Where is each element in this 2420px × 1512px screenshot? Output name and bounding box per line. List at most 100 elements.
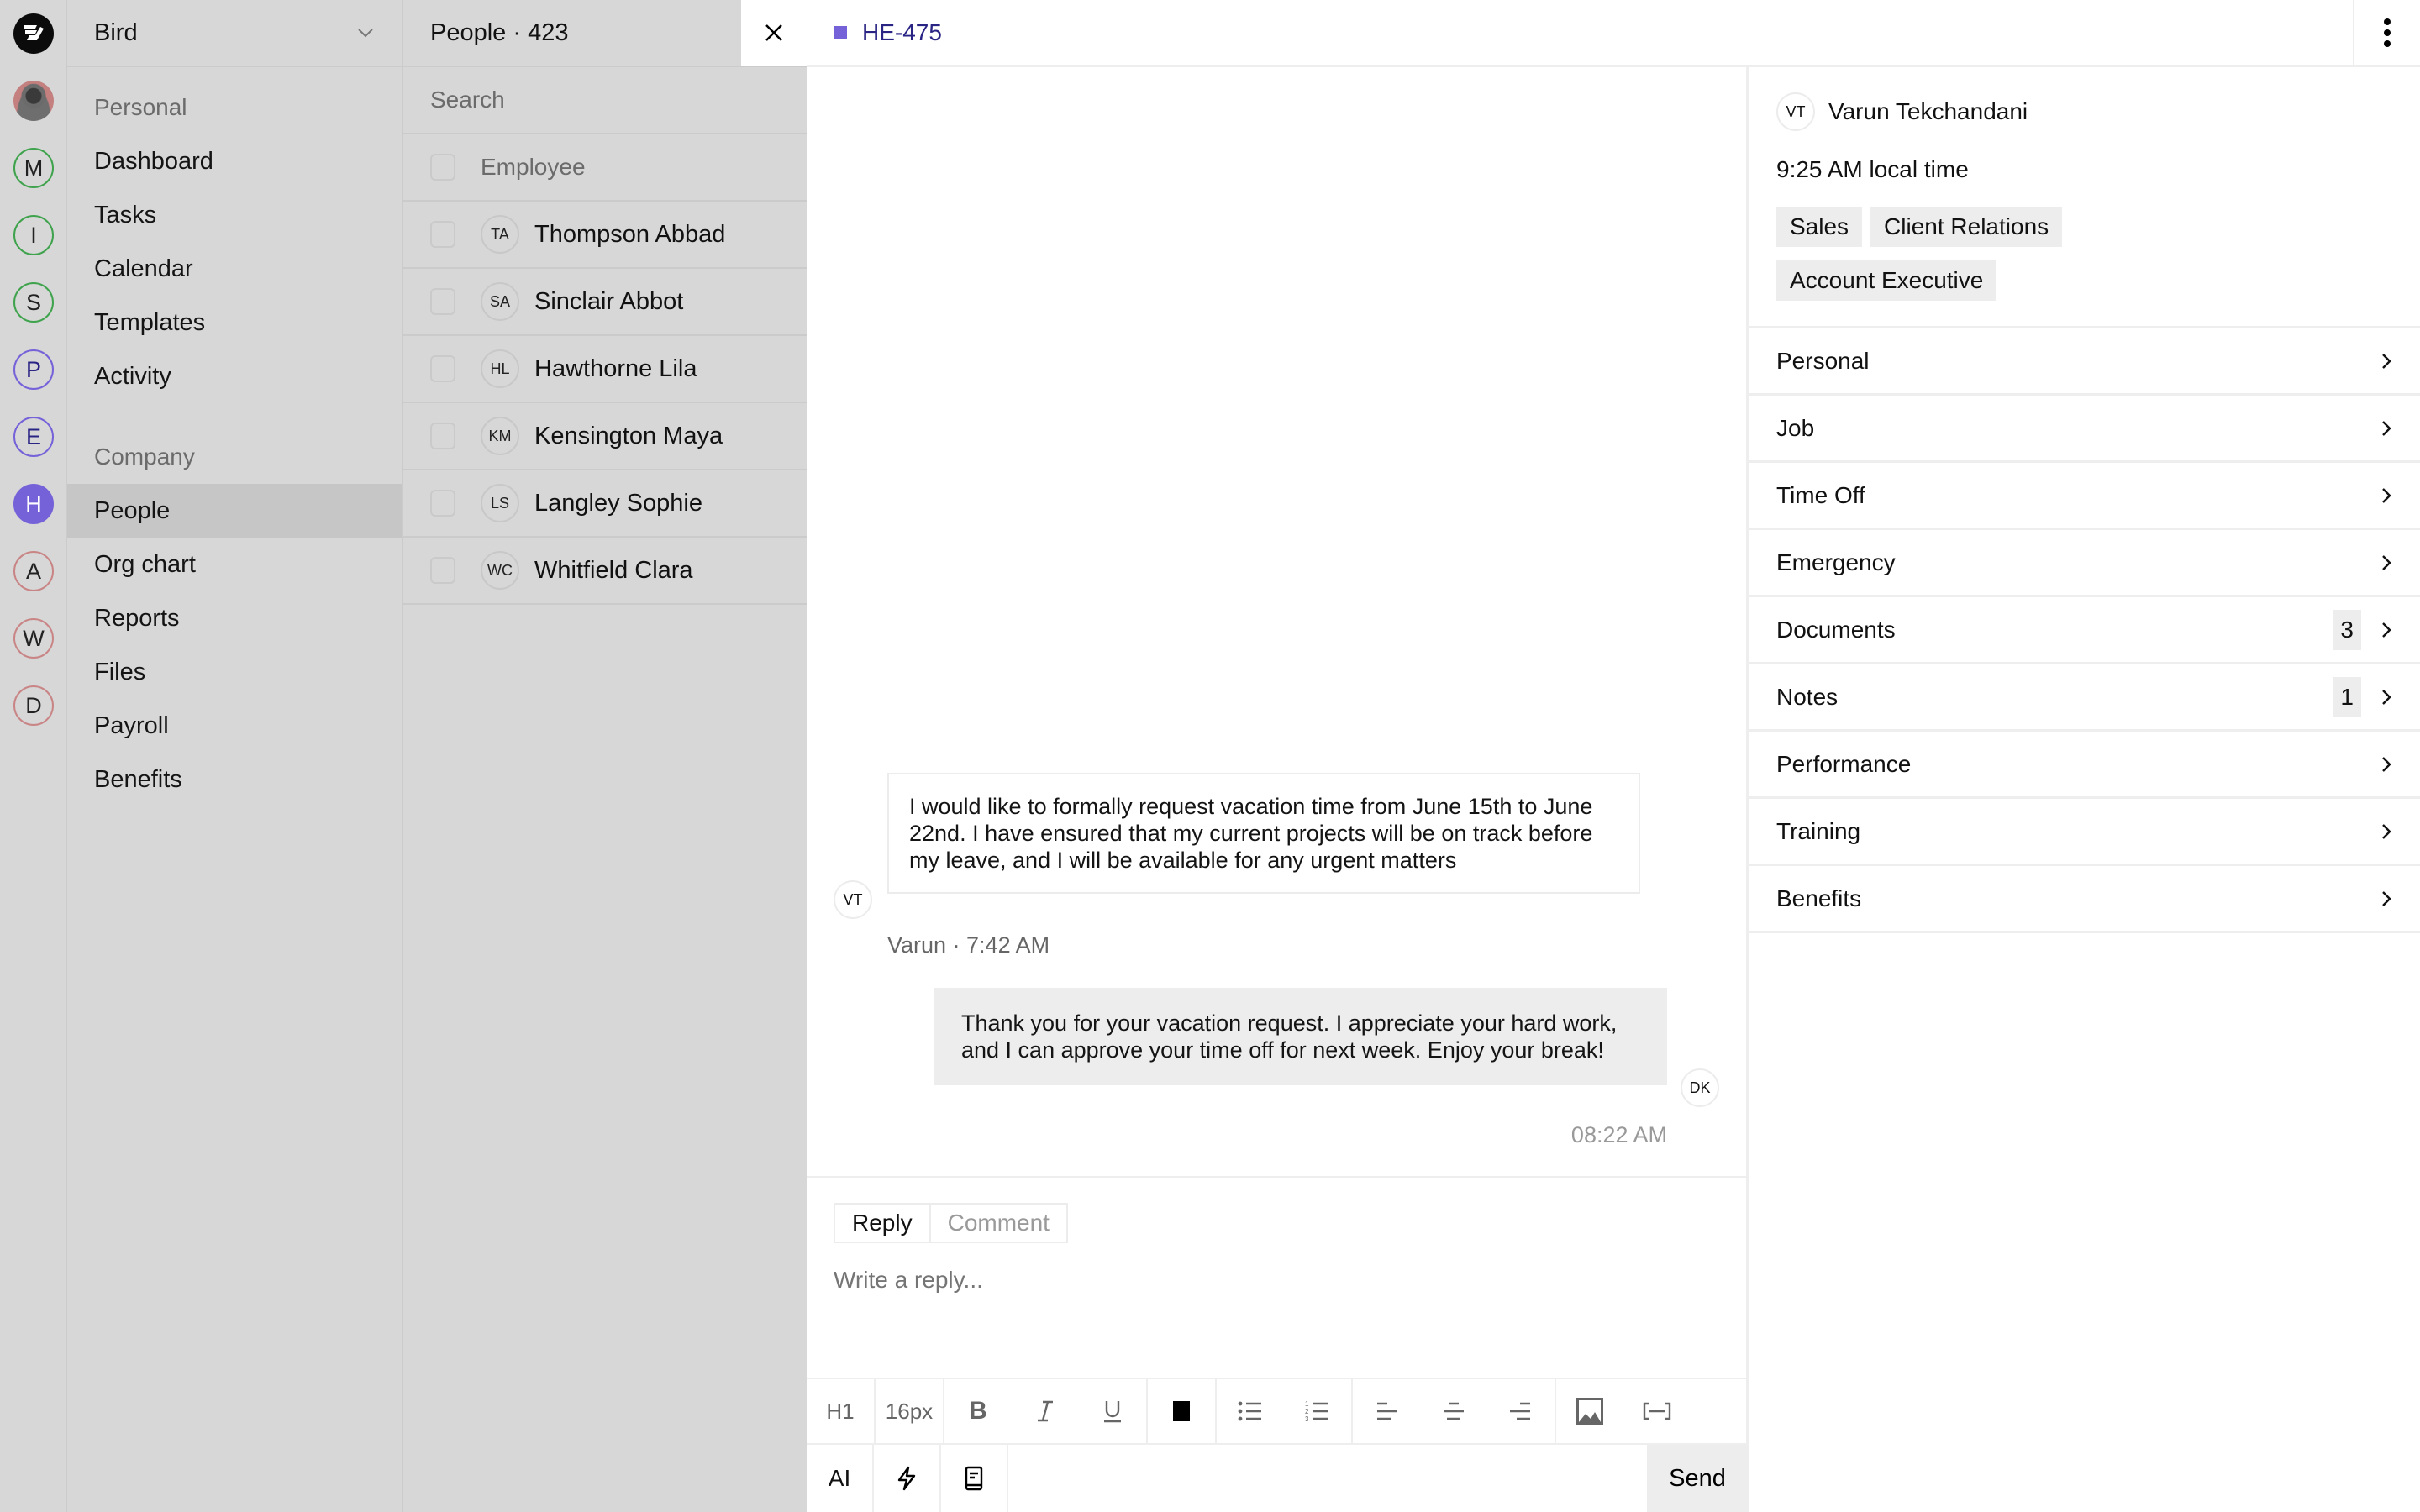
select-all-checkbox[interactable] [430,154,455,181]
workspace-a[interactable]: A [13,551,54,591]
employee-name[interactable]: Whitfield Clara [534,557,693,585]
table-row[interactable]: KM Kensington Maya [403,403,807,470]
italic-button[interactable] [1012,1379,1079,1443]
sidebar-item-activity[interactable]: Activity [67,349,402,403]
ai-button[interactable]: AI [807,1445,874,1512]
sidebar-item-calendar[interactable]: Calendar [67,242,402,296]
user-avatar[interactable] [13,81,54,121]
align-right-button[interactable] [1487,1379,1555,1443]
workspace-e[interactable]: E [13,417,54,457]
workspace-p[interactable]: P [13,349,54,390]
profile-section-time-off[interactable]: Time Off [1749,463,2420,530]
search-input[interactable]: Search [403,67,807,134]
close-panel-button[interactable] [741,0,807,66]
font-size-button[interactable]: 16px [876,1379,943,1443]
row-checkbox[interactable] [430,288,455,315]
sidebar-item-people[interactable]: People [67,484,402,538]
numbered-list-icon: 123 [1305,1400,1328,1422]
sidebar-item-files[interactable]: Files [67,645,402,699]
bullet-list-button[interactable] [1217,1379,1284,1443]
align-right-icon [1510,1402,1530,1420]
tab-comment[interactable]: Comment [929,1205,1066,1242]
message-meta: Varun · 7:42 AM [887,932,1050,958]
bird-logo-icon[interactable] [13,13,54,54]
workspace-i[interactable]: I [13,215,54,255]
more-options-button[interactable] [2353,0,2420,66]
knowledge-base-button[interactable] [941,1445,1008,1512]
sidebar-item-tasks[interactable]: Tasks [67,188,402,242]
profile-section-personal[interactable]: Personal [1749,328,2420,396]
sidebar-item-org-chart[interactable]: Org chart [67,538,402,591]
employee-name[interactable]: Kensington Maya [534,423,723,450]
tab-reply[interactable]: Reply [835,1205,929,1242]
profile-name[interactable]: Varun Tekchandani [1828,98,2028,125]
profile-avatar: VT [1776,92,1815,131]
table-row[interactable]: WC Whitfield Clara [403,538,807,605]
composer-spacer [1008,1445,1647,1512]
profile-section-notes[interactable]: Notes 1 [1749,664,2420,732]
workspace-name: Bird [94,18,138,46]
employee-name[interactable]: Sinclair Abbot [534,288,683,316]
profile-section-documents[interactable]: Documents 3 [1749,597,2420,664]
employee-avatar: KM [481,417,519,455]
row-checkbox[interactable] [430,423,455,449]
tag-chip: Client Relations [1870,207,2063,247]
chevron-right-icon [2378,420,2395,437]
table-row[interactable]: LS Langley Sophie [403,470,807,538]
profile-section-emergency[interactable]: Emergency [1749,530,2420,597]
row-checkbox[interactable] [430,557,455,584]
top-bar: HE-475 [807,0,2420,67]
insert-divider-button[interactable] [1623,1379,1691,1443]
sidebar-item-templates[interactable]: Templates [67,296,402,349]
quick-actions-button[interactable] [874,1445,941,1512]
count-badge: 3 [2333,609,2361,650]
sidebar-item-dashboard[interactable]: Dashboard [67,134,402,188]
message-outgoing: Thank you for your vacation request. I a… [934,988,1667,1085]
workspace-s[interactable]: S [13,282,54,323]
align-center-button[interactable] [1420,1379,1487,1443]
heading-button[interactable]: H1 [807,1379,874,1443]
text-color-button[interactable] [1148,1379,1215,1443]
count-badge: 1 [2333,676,2361,717]
workspace-m[interactable]: M [13,148,54,188]
horizontal-rule-icon [1643,1402,1671,1420]
numbered-list-button[interactable]: 123 [1284,1379,1351,1443]
employee-name[interactable]: Langley Sophie [534,490,702,517]
employee-name[interactable]: Thompson Abbad [534,221,725,249]
profile-section-performance[interactable]: Performance [1749,732,2420,799]
table-row[interactable]: SA Sinclair Abbot [403,269,807,336]
employee-name[interactable]: Hawthorne Lila [534,355,697,383]
reply-input[interactable] [834,1267,1724,1294]
underline-icon [1104,1401,1121,1423]
section-label: Performance [1776,750,1912,777]
row-checkbox[interactable] [430,221,455,248]
align-left-button[interactable] [1353,1379,1420,1443]
sidebar-item-reports[interactable]: Reports [67,591,402,645]
message-time: 08:22 AM [1570,1122,1667,1147]
underline-button[interactable] [1079,1379,1146,1443]
insert-image-button[interactable] [1556,1379,1623,1443]
employee-avatar: WC [481,551,519,590]
profile-section-benefits[interactable]: Benefits [1749,866,2420,933]
profile-section-training[interactable]: Training [1749,799,2420,866]
row-checkbox[interactable] [430,355,455,382]
workspace-d[interactable]: D [13,685,54,726]
workspace-w[interactable]: W [13,618,54,659]
row-checkbox[interactable] [430,490,455,517]
profile-section-job[interactable]: Job [1749,396,2420,463]
bold-button[interactable]: B [944,1379,1012,1443]
svg-text:2: 2 [1305,1408,1309,1415]
ticket-id[interactable]: HE-475 [807,19,942,46]
column-header-employee[interactable]: Employee [481,154,586,181]
italic-icon [1038,1400,1053,1422]
workspace-switcher[interactable]: Bird [67,0,402,67]
section-label: Benefits [1776,885,1862,911]
workspace-h[interactable]: H [13,484,54,524]
sidebar-item-payroll[interactable]: Payroll [67,699,402,753]
sidebar-item-benefits[interactable]: Benefits [67,753,402,806]
send-button[interactable]: Send [1647,1445,1748,1512]
employee-avatar: LS [481,484,519,522]
section-label-personal: Personal [94,94,187,120]
table-row[interactable]: TA Thompson Abbad [403,202,807,269]
table-row[interactable]: HL Hawthorne Lila [403,336,807,403]
